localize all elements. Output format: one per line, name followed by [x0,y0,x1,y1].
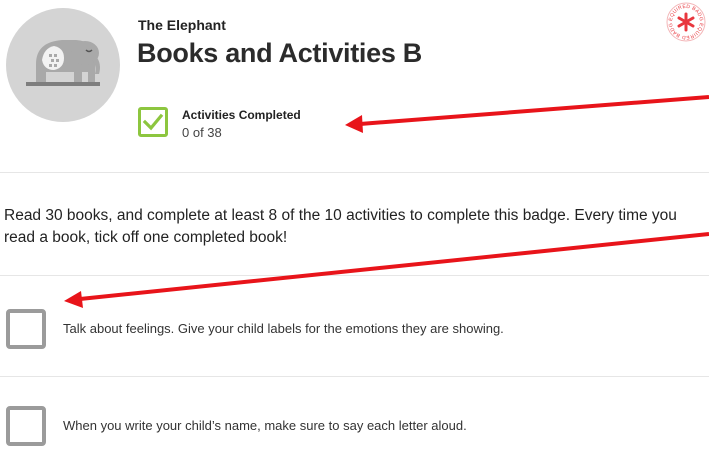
page-title: Books and Activities B [137,38,422,68]
progress-count: 0 of 38 [182,125,222,140]
activity-text: Talk about feelings. Give your child lab… [63,321,504,336]
activities-completed-checkbox [138,107,168,137]
activity-checkbox[interactable] [6,309,46,349]
progress-label: Activities Completed [182,108,301,122]
activity-text: When you write your child’s name, make s… [63,418,467,433]
divider [0,275,709,276]
badge-description: Read 30 books, and complete at least 8 o… [4,207,677,246]
annotation-arrow [359,95,709,126]
checkmark-icon [142,113,164,131]
divider [0,172,709,173]
divider [0,376,709,377]
required-badge-stamp: REQUIRED BADGE REQUIRED BADGE [664,0,706,42]
activity-checkbox[interactable] [6,406,46,446]
elephant-icon [26,40,100,86]
badge-subtitle: The Elephant [138,17,226,33]
elephant-badge-image [6,8,120,122]
